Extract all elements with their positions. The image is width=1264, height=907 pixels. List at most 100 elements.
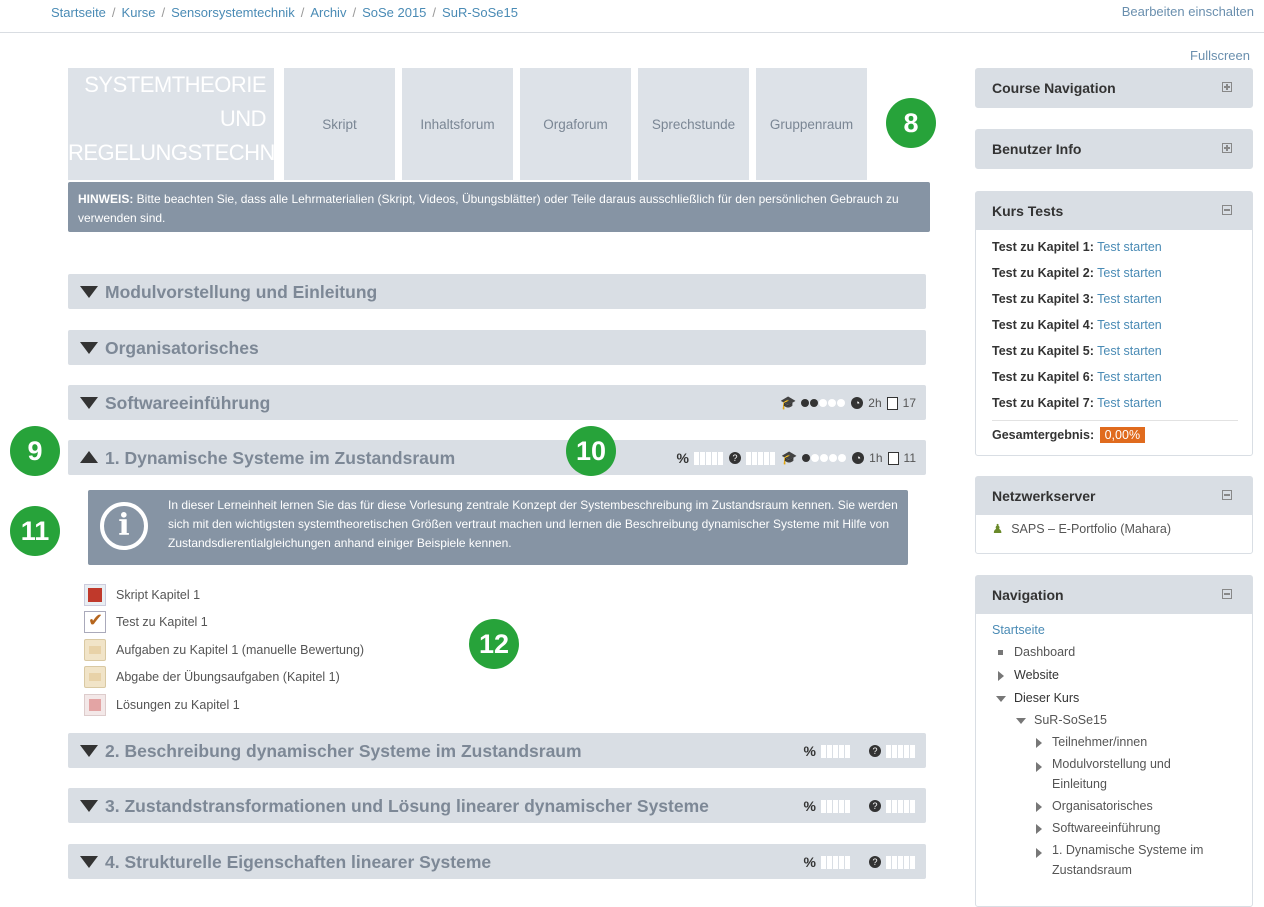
test-start-link[interactable]: Test starten (1097, 292, 1162, 306)
test-row: Test zu Kapitel 6: Test starten (992, 364, 1238, 390)
test-start-link[interactable]: Test starten (1097, 318, 1162, 332)
notice-label: HINWEIS: (78, 192, 134, 206)
total-label: Gesamtergebnis: (992, 428, 1095, 442)
navigation-tree: Startseite Dashboard Website Dieser Kurs… (976, 614, 1252, 888)
expand-icon[interactable] (1222, 143, 1232, 153)
section-zustandstransformationen[interactable]: 3. Zustandstransformationen und Lösung l… (68, 788, 926, 823)
edit-mode-button[interactable]: Bearbeiten einschalten (1122, 4, 1254, 19)
section-title: 3. Zustandstransformationen und Lösung l… (105, 796, 709, 816)
section-organisatorisches[interactable]: Organisatorisches (68, 330, 926, 365)
block-title: Benutzer Info (992, 141, 1082, 157)
breadcrumb-sur-sose15[interactable]: SuR-SoSe15 (442, 5, 518, 20)
block-kurs-tests: Kurs Tests Test zu Kapitel 1: Test start… (975, 191, 1253, 456)
activity-test-kapitel-1[interactable]: Test zu Kapitel 1 (84, 609, 364, 637)
activity-aufgaben-kapitel-1[interactable]: Aufgaben zu Kapitel 1 (manuelle Bewertun… (84, 636, 364, 664)
nav-item-teilnehmer[interactable]: Teilnehmer/innen (992, 732, 1238, 752)
activity-list: Skript Kapitel 1 Test zu Kapitel 1 Aufga… (84, 581, 364, 719)
tile-orgaforum[interactable]: Orgaforum (520, 68, 631, 180)
test-start-link[interactable]: Test starten (1097, 396, 1162, 410)
nav-item-sur-sose15[interactable]: SuR-SoSe15 (992, 710, 1238, 730)
breadcrumb-sensorsystemtechnik[interactable]: Sensorsystemtechnik (171, 5, 295, 20)
test-start-link[interactable]: Test starten (1097, 344, 1162, 358)
breadcrumb-kurse[interactable]: Kurse (122, 5, 156, 20)
nav-item-modulvorstellung[interactable]: Modulvorstellung und Einleitung (992, 754, 1202, 794)
block-header[interactable]: Netzwerkserver (976, 477, 1252, 515)
mahara-link[interactable]: SAPS – E-Portfolio (Mahara) (1011, 522, 1171, 536)
mahara-icon: ♟ (992, 522, 1004, 536)
test-label: Test zu Kapitel 2: (992, 266, 1094, 280)
activity-label: Abgabe der Übungsaufgaben (Kapitel 1) (116, 670, 340, 685)
collapse-icon[interactable] (1222, 205, 1232, 215)
section-dynamische-systeme[interactable]: 1. Dynamische Systeme im Zustandsraum % … (68, 440, 926, 475)
block-course-navigation: Course Navigation (975, 68, 1253, 108)
block-header[interactable]: Navigation (976, 576, 1252, 614)
test-start-link[interactable]: Test starten (1097, 240, 1162, 254)
course-tiles: SYSTEMTHEORIE UND REGELUNGSTECHNIK Skrip… (68, 68, 928, 180)
tile-sprechstunde[interactable]: Sprechstunde (638, 68, 749, 180)
breadcrumb-sose-2015[interactable]: SoSe 2015 (362, 5, 426, 20)
tile-skript[interactable]: Skript (284, 68, 395, 180)
activity-loesungen-kapitel-1[interactable]: Lösungen zu Kapitel 1 (84, 691, 364, 719)
nav-item-dashboard[interactable]: Dashboard (992, 642, 1238, 662)
info-text: In dieser Lerneinheit lernen Sie das für… (168, 498, 898, 550)
tile-gruppenraum[interactable]: Gruppenraum (756, 68, 867, 180)
activity-label: Skript Kapitel 1 (116, 587, 201, 602)
test-row: Test zu Kapitel 2: Test starten (992, 260, 1238, 286)
progress-bars (821, 744, 851, 759)
expand-icon[interactable] (1222, 82, 1232, 92)
test-row: Test zu Kapitel 7: Test starten (992, 390, 1238, 416)
collapse-icon[interactable] (1222, 589, 1232, 599)
expand-arrow-icon (1036, 738, 1042, 748)
nav-item-website[interactable]: Website (992, 665, 1238, 685)
nav-item-dieser-kurs[interactable]: Dieser Kurs (992, 688, 1238, 708)
breadcrumb: Startseite / Kurse / Sensorsystemtechnik / Arc… (51, 5, 518, 20)
kurs-tests-list: Test zu Kapitel 1: Test starten Test zu … (976, 230, 1252, 451)
block-header[interactable]: Kurs Tests (976, 192, 1252, 230)
section-softwareeinfuehrung[interactable]: Softwareeinführung 🎓 ◔ 2h 17 (68, 385, 926, 420)
nav-item-softwareeinfuehrung[interactable]: Softwareeinführung (992, 818, 1238, 838)
nav-label: Dieser Kurs (1014, 691, 1080, 705)
breadcrumb-archiv[interactable]: Archiv (310, 5, 346, 20)
expand-arrow-icon (1036, 848, 1042, 858)
nav-item-dynamische-systeme[interactable]: 1. Dynamische Systeme im Zustandsraum (992, 840, 1222, 880)
bullet-icon (998, 650, 1003, 655)
test-start-link[interactable]: Test starten (1097, 370, 1162, 384)
block-header[interactable]: Course Navigation (976, 69, 1252, 107)
nav-item-organisatorisches[interactable]: Organisatorisches (992, 796, 1238, 816)
fullscreen-link[interactable]: Fullscreen (1190, 48, 1250, 63)
nav-item-startseite[interactable]: Startseite (992, 620, 1238, 640)
top-bar: Startseite / Kurse / Sensorsystemtechnik / Arc… (0, 0, 1264, 33)
test-row: Test zu Kapitel 5: Test starten (992, 338, 1238, 364)
section-title: Modulvorstellung und Einleitung (105, 282, 378, 302)
course-title-tile: SYSTEMTHEORIE UND REGELUNGSTECHNIK (68, 68, 295, 180)
section-beschreibung[interactable]: 2. Beschreibung dynamischer Systeme im Z… (68, 733, 926, 768)
pdf-icon (84, 583, 106, 606)
clock-icon: ◔ (851, 397, 864, 409)
graduation-cap-icon: 🎓 (780, 395, 797, 410)
collapse-triangle-icon (80, 342, 98, 354)
question-icon: ? (869, 856, 881, 868)
clock-icon: ◔ (852, 452, 865, 464)
quiz-bars (886, 855, 916, 870)
progress-bars (693, 451, 724, 466)
activity-skript-kapitel-1[interactable]: Skript Kapitel 1 (84, 581, 364, 609)
nav-label: Teilnehmer/innen (1052, 735, 1148, 749)
question-icon: ? (869, 745, 881, 757)
nav-label: Organisatorisches (1052, 799, 1153, 813)
test-label: Test zu Kapitel 6: (992, 370, 1094, 384)
tile-inhaltsforum[interactable]: Inhaltsforum (402, 68, 513, 180)
test-label: Test zu Kapitel 1: (992, 240, 1094, 254)
nav-label[interactable]: Startseite (992, 623, 1045, 637)
section-modulvorstellung[interactable]: Modulvorstellung und Einleitung (68, 274, 926, 309)
test-start-link[interactable]: Test starten (1097, 266, 1162, 280)
collapse-icon[interactable] (1222, 490, 1232, 500)
nav-label: Modulvorstellung und Einleitung (1052, 757, 1171, 791)
expand-arrow-icon (998, 671, 1004, 681)
annotation-badge-10: 10 (566, 426, 616, 476)
section-strukturelle-eigenschaften[interactable]: 4. Strukturelle Eigenschaften linearer S… (68, 844, 926, 879)
activity-abgabe-uebungsaufgaben[interactable]: Abgabe der Übungsaufgaben (Kapitel 1) (84, 664, 364, 692)
breadcrumb-startseite[interactable]: Startseite (51, 5, 106, 20)
block-header[interactable]: Benutzer Info (976, 130, 1252, 168)
activity-label: Aufgaben zu Kapitel 1 (manuelle Bewertun… (116, 642, 365, 657)
expand-arrow-icon (1036, 824, 1042, 834)
